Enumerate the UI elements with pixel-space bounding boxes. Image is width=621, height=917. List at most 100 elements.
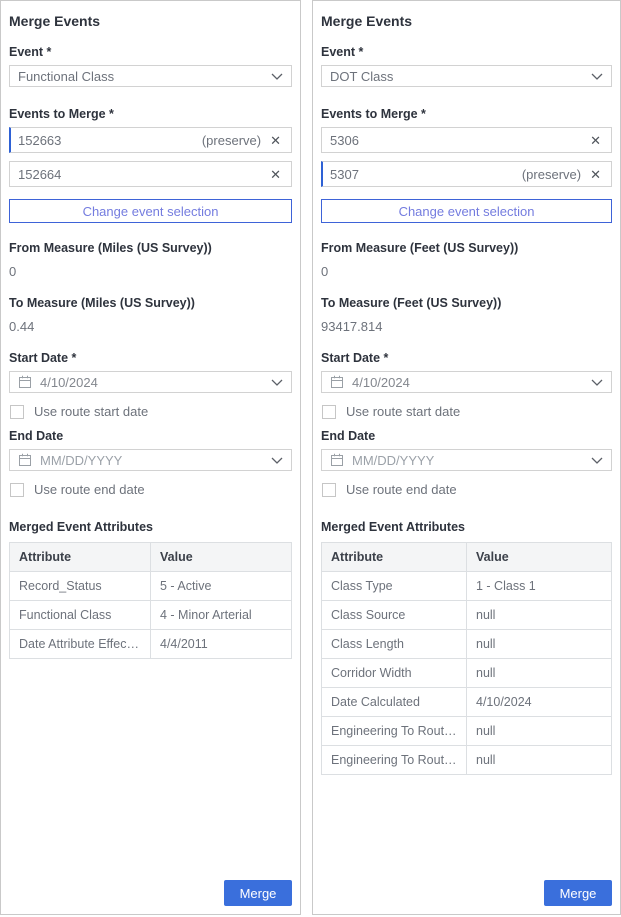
table-row: Class Type 1 - Class 1 xyxy=(322,572,612,601)
table-row: Date Attribute Effective 4/4/2011 xyxy=(10,630,292,659)
merged-attributes-table: Attribute Value Record_Status 5 - Active… xyxy=(9,542,292,659)
use-route-start-date-row: Use route start date xyxy=(322,404,612,419)
chevron-down-icon[interactable] xyxy=(271,379,283,386)
close-icon[interactable]: ✕ xyxy=(588,133,603,148)
start-date-value: 4/10/2024 xyxy=(352,375,591,390)
event-id: 5307 xyxy=(330,167,522,182)
table-row: Engineering To RouteID null xyxy=(322,717,612,746)
end-date-input[interactable]: MM/DD/YYYY xyxy=(321,449,612,471)
preserve-tag: (preserve) xyxy=(522,167,581,182)
attribute-cell: Class Length xyxy=(322,630,467,659)
use-route-end-date-row: Use route end date xyxy=(322,482,612,497)
table-row: Class Length null xyxy=(322,630,612,659)
start-date-label: Start Date * xyxy=(9,351,292,365)
attribute-cell: Date Calculated xyxy=(322,688,467,717)
value-cell: 1 - Class 1 xyxy=(467,572,612,601)
use-route-start-date-checkbox[interactable] xyxy=(322,405,336,419)
chevron-down-icon[interactable] xyxy=(271,457,283,464)
event-select[interactable]: Functional Class xyxy=(9,65,292,87)
merge-button[interactable]: Merge xyxy=(224,880,292,906)
event-id: 5306 xyxy=(330,133,581,148)
event-label: Event * xyxy=(9,45,292,59)
end-date-input[interactable]: MM/DD/YYYY xyxy=(9,449,292,471)
attribute-cell: Functional Class xyxy=(10,601,151,630)
events-to-merge-label: Events to Merge * xyxy=(9,107,292,121)
calendar-icon xyxy=(330,375,344,389)
close-icon[interactable]: ✕ xyxy=(268,133,283,148)
use-route-end-date-checkbox[interactable] xyxy=(322,483,336,497)
value-cell: null xyxy=(467,601,612,630)
use-route-end-date-checkbox[interactable] xyxy=(10,483,24,497)
event-label: Event * xyxy=(321,45,612,59)
use-route-end-date-label: Use route end date xyxy=(34,482,145,497)
table-row: Date Calculated 4/10/2024 xyxy=(322,688,612,717)
attribute-cell: Record_Status xyxy=(10,572,151,601)
attribute-cell: Class Source xyxy=(322,601,467,630)
change-event-selection-button[interactable]: Change event selection xyxy=(321,199,612,223)
calendar-icon xyxy=(18,453,32,467)
table-row: Class Source null xyxy=(322,601,612,630)
value-cell: 4/4/2011 xyxy=(151,630,292,659)
event-select-value: DOT Class xyxy=(330,69,393,84)
from-measure-label: From Measure (Feet (US Survey)) xyxy=(321,241,612,255)
end-date-placeholder: MM/DD/YYYY xyxy=(40,453,271,468)
start-date-value: 4/10/2024 xyxy=(40,375,271,390)
value-cell: 5 - Active xyxy=(151,572,292,601)
table-row: Record_Status 5 - Active xyxy=(10,572,292,601)
chevron-down-icon[interactable] xyxy=(591,379,603,386)
start-date-input[interactable]: 4/10/2024 xyxy=(9,371,292,393)
merge-events-panel-left: Merge Events Event * Functional Class Ev… xyxy=(0,0,301,915)
attribute-cell: Engineering To RouteID xyxy=(322,717,467,746)
event-select-value: Functional Class xyxy=(18,69,114,84)
table-row: Corridor Width null xyxy=(322,659,612,688)
event-id: 152664 xyxy=(18,167,261,182)
use-route-end-date-label: Use route end date xyxy=(346,482,457,497)
use-route-start-date-label: Use route start date xyxy=(346,404,460,419)
from-measure-value: 0 xyxy=(321,264,612,279)
merge-button[interactable]: Merge xyxy=(544,880,612,906)
chevron-down-icon[interactable] xyxy=(591,457,603,464)
change-event-selection-button[interactable]: Change event selection xyxy=(9,199,292,223)
value-cell: 4 - Minor Arterial xyxy=(151,601,292,630)
table-row: Functional Class 4 - Minor Arterial xyxy=(10,601,292,630)
value-cell: null xyxy=(467,659,612,688)
use-route-start-date-row: Use route start date xyxy=(10,404,292,419)
calendar-icon xyxy=(330,453,344,467)
close-icon[interactable]: ✕ xyxy=(268,167,283,182)
chevron-down-icon[interactable] xyxy=(591,73,603,80)
merged-attributes-table: Attribute Value Class Type 1 - Class 1 C… xyxy=(321,542,612,775)
value-cell: null xyxy=(467,746,612,775)
chevron-down-icon[interactable] xyxy=(271,73,283,80)
to-measure-value: 93417.814 xyxy=(321,319,612,334)
attribute-cell: Class Type xyxy=(322,572,467,601)
panel-title: Merge Events xyxy=(321,13,612,29)
use-route-end-date-row: Use route end date xyxy=(10,482,292,497)
event-to-merge-item: 152663 (preserve) ✕ xyxy=(9,127,292,153)
event-to-merge-item: 152664 ✕ xyxy=(9,161,292,187)
column-header-attribute: Attribute xyxy=(322,543,467,572)
use-route-start-date-label: Use route start date xyxy=(34,404,148,419)
attribute-cell: Corridor Width xyxy=(322,659,467,688)
to-measure-value: 0.44 xyxy=(9,319,292,334)
panel-title: Merge Events xyxy=(9,13,292,29)
calendar-icon xyxy=(18,375,32,389)
event-to-merge-item: 5306 ✕ xyxy=(321,127,612,153)
column-header-value: Value xyxy=(467,543,612,572)
to-measure-label: To Measure (Miles (US Survey)) xyxy=(9,296,292,310)
start-date-input[interactable]: 4/10/2024 xyxy=(321,371,612,393)
from-measure-label: From Measure (Miles (US Survey)) xyxy=(9,241,292,255)
start-date-label: Start Date * xyxy=(321,351,612,365)
use-route-start-date-checkbox[interactable] xyxy=(10,405,24,419)
event-id: 152663 xyxy=(18,133,202,148)
close-icon[interactable]: ✕ xyxy=(588,167,603,182)
event-select[interactable]: DOT Class xyxy=(321,65,612,87)
merge-events-panel-right: Merge Events Event * DOT Class Events to… xyxy=(312,0,621,915)
event-to-merge-item: 5307 (preserve) ✕ xyxy=(321,161,612,187)
attribute-cell: Engineering To Route ... xyxy=(322,746,467,775)
value-cell: 4/10/2024 xyxy=(467,688,612,717)
end-date-label: End Date xyxy=(9,429,292,443)
merge-events-workspace: Merge Events Event * Functional Class Ev… xyxy=(0,0,621,915)
events-to-merge-label: Events to Merge * xyxy=(321,107,612,121)
to-measure-label: To Measure (Feet (US Survey)) xyxy=(321,296,612,310)
merged-event-attributes-title: Merged Event Attributes xyxy=(321,520,612,534)
